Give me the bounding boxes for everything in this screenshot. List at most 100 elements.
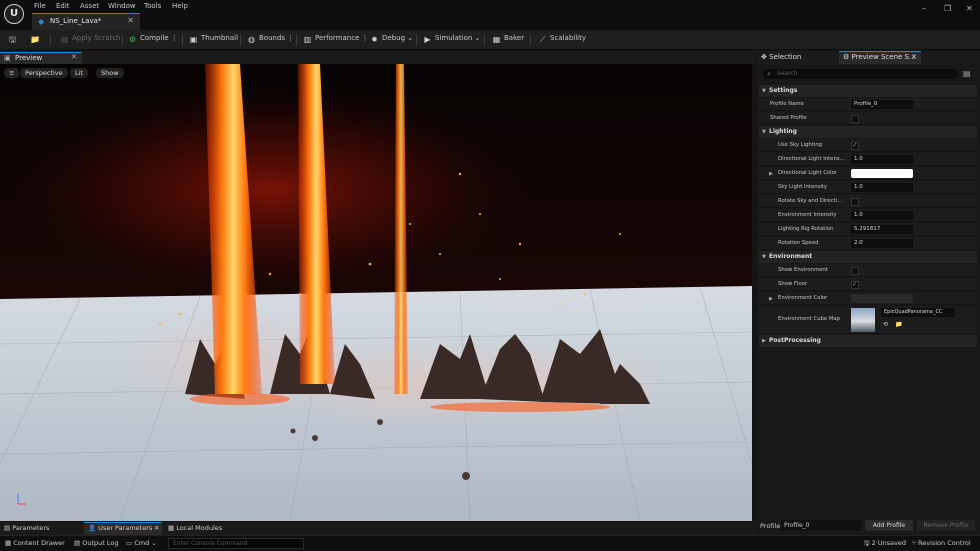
- expand-arrow-icon[interactable]: ▶: [769, 171, 773, 177]
- menu-asset[interactable]: Asset: [80, 2, 99, 10]
- baker-button[interactable]: ▦ Baker: [492, 34, 524, 46]
- profile-name-field[interactable]: Profile_0: [851, 100, 913, 109]
- show-floor-row: Show Floor: [759, 278, 977, 291]
- expand-arrow-icon[interactable]: ▶: [769, 296, 773, 302]
- directional-light-intensity-field[interactable]: 1.0: [851, 155, 913, 164]
- scalability-button[interactable]: ⟋ Scalability: [538, 34, 586, 46]
- rotate-sky-checkbox[interactable]: [851, 198, 859, 206]
- profile-dropdown[interactable]: Profile_0: [781, 520, 861, 531]
- toolbar-separator: [296, 34, 297, 46]
- minimize-icon[interactable]: –: [922, 4, 926, 13]
- viewport-icon: ▣: [4, 54, 11, 62]
- shared-profile-checkbox[interactable]: [851, 115, 859, 123]
- directional-light-color-row: ▶ Directional Light Color: [759, 167, 977, 180]
- output-log-button[interactable]: ▤ Output Log: [74, 539, 119, 547]
- output-log-label: Output Log: [82, 539, 119, 547]
- rotation-speed-field[interactable]: 2.0: [851, 239, 913, 248]
- apply-scratch-button[interactable]: ▤ Apply Scratch: [60, 34, 121, 46]
- use-sky-lighting-checkbox[interactable]: [851, 141, 859, 150]
- close-user-parameters-icon[interactable]: ✕: [154, 522, 159, 535]
- parameters-tab[interactable]: ▤ Parameters: [4, 522, 49, 535]
- directional-light-intensity-row: Directional Light Intens... 1.0: [759, 153, 977, 166]
- close-tab-icon[interactable]: ✕: [127, 16, 134, 25]
- lighting-section[interactable]: ▼ Lighting: [759, 126, 977, 138]
- thumbnail-button[interactable]: ▣ Thumbnail: [189, 34, 238, 46]
- parameters-tab-label: Parameters: [12, 524, 50, 532]
- lighting-section-label: Lighting: [769, 128, 797, 135]
- viewport-menu-icon[interactable]: ≡: [4, 68, 20, 78]
- unsaved-button[interactable]: 🖫 2 Unsaved: [864, 539, 906, 550]
- close-preview-scene-icon[interactable]: ✕: [911, 51, 917, 64]
- preview-scene-tab-text: Preview Scene S...: [851, 53, 916, 61]
- cube-map-thumbnail[interactable]: [851, 308, 875, 332]
- show-button[interactable]: Show: [96, 68, 124, 78]
- menu-window[interactable]: Window: [108, 2, 136, 10]
- close-preview-icon[interactable]: ✕: [71, 53, 77, 61]
- bounds-icon: ◍: [248, 35, 255, 44]
- baker-icon: ▦: [492, 35, 501, 44]
- environment-section[interactable]: ▼ Environment: [759, 251, 977, 263]
- shared-profile-label: Shared Profile: [770, 115, 807, 121]
- lighting-rig-rotation-field[interactable]: 5.291817: [851, 225, 913, 234]
- local-modules-tab-label: Local Modules: [176, 524, 223, 532]
- local-modules-tab[interactable]: ▦ Local Modules: [168, 522, 222, 535]
- show-environment-checkbox[interactable]: [851, 267, 859, 275]
- content-drawer-button[interactable]: ▦ Content Drawer: [5, 539, 65, 547]
- toolbar-separator: [50, 34, 51, 46]
- add-profile-button[interactable]: Add Profile: [865, 520, 913, 531]
- preview-tab[interactable]: ▣ Preview ✕: [0, 52, 82, 64]
- browse-asset-icon[interactable]: 📁: [895, 321, 902, 328]
- save-icon[interactable]: 🖫: [8, 34, 20, 46]
- perspective-button[interactable]: Perspective: [20, 68, 68, 78]
- selection-tab[interactable]: ✥ Selection: [761, 51, 801, 64]
- browse-icon[interactable]: 📁: [30, 34, 42, 46]
- directional-light-intensity-label: Directional Light Intens...: [778, 156, 845, 162]
- close-window-icon[interactable]: ✕: [966, 4, 973, 13]
- simulation-button[interactable]: ▶ Simulation ⌄: [423, 34, 480, 46]
- revision-control-button[interactable]: ⑂ Revision Control: [912, 539, 971, 547]
- asset-tab-title: NS_Line_Lava*: [50, 17, 102, 25]
- directional-light-color-swatch[interactable]: [851, 169, 913, 178]
- postprocessing-section[interactable]: ▶ PostProcessing: [759, 335, 977, 347]
- menu-file[interactable]: File: [34, 2, 46, 10]
- selection-icon: ✥: [761, 53, 767, 61]
- search-input[interactable]: Search: [763, 69, 958, 79]
- bounds-button[interactable]: ◍ Bounds ⋮: [247, 34, 294, 46]
- search-icon: ⌕: [767, 70, 771, 78]
- settings-section[interactable]: ▼ Settings: [759, 85, 977, 97]
- console-command-input[interactable]: Enter Console Command: [168, 538, 304, 549]
- compile-icon: ⚙: [128, 35, 137, 44]
- debug-button[interactable]: ✸ Debug ⌄: [370, 34, 413, 46]
- lit-button[interactable]: Lit: [70, 68, 88, 78]
- status-bar: ▦ Content Drawer ▤ Output Log ▭ Cmd ⌄ En…: [0, 535, 980, 551]
- settings-view-icon[interactable]: ▤: [963, 69, 971, 78]
- environment-intensity-field[interactable]: 1.0: [851, 211, 913, 220]
- preview-viewport[interactable]: ≡ Perspective Lit Show: [0, 64, 752, 521]
- preview-tab-label: Preview: [15, 54, 43, 62]
- environment-color-swatch[interactable]: [851, 294, 913, 303]
- remove-profile-button[interactable]: Remove Profile: [917, 520, 975, 531]
- menu-tools[interactable]: Tools: [144, 2, 161, 10]
- show-floor-label: Show Floor: [778, 281, 808, 287]
- menu-help[interactable]: Help: [172, 2, 188, 10]
- compile-button[interactable]: ⚙ Compile ⋮: [128, 34, 178, 46]
- use-selected-icon[interactable]: ⟲: [883, 321, 888, 328]
- cube-map-dropdown[interactable]: EpicQuadPanorama_CC: [881, 308, 955, 317]
- show-floor-checkbox[interactable]: [851, 280, 859, 289]
- menu-edit[interactable]: Edit: [56, 2, 70, 10]
- user-icon: 👤: [88, 524, 97, 532]
- performance-button[interactable]: ▥ Performance ⋮: [303, 34, 369, 46]
- sky-light-intensity-field[interactable]: 1.0: [851, 183, 913, 192]
- maximize-icon[interactable]: ❐: [944, 4, 951, 13]
- profile-name-label: Profile Name: [770, 101, 804, 107]
- revision-control-icon: ⑂: [912, 539, 916, 547]
- use-sky-lighting-label: Use Sky Lighting: [778, 142, 823, 148]
- scalability-icon: ⟋: [539, 35, 546, 44]
- unreal-logo[interactable]: U: [4, 4, 24, 24]
- cmd-dropdown[interactable]: ▭ Cmd ⌄: [126, 539, 157, 547]
- debug-label: Debug: [382, 34, 406, 42]
- cmd-label: Cmd: [134, 539, 150, 547]
- preview-scene-tab-label: ⚙ Preview Scene S...: [843, 51, 916, 64]
- modules-icon: ▦: [168, 524, 175, 532]
- asset-tab[interactable]: ◆ NS_Line_Lava* ✕: [32, 13, 140, 30]
